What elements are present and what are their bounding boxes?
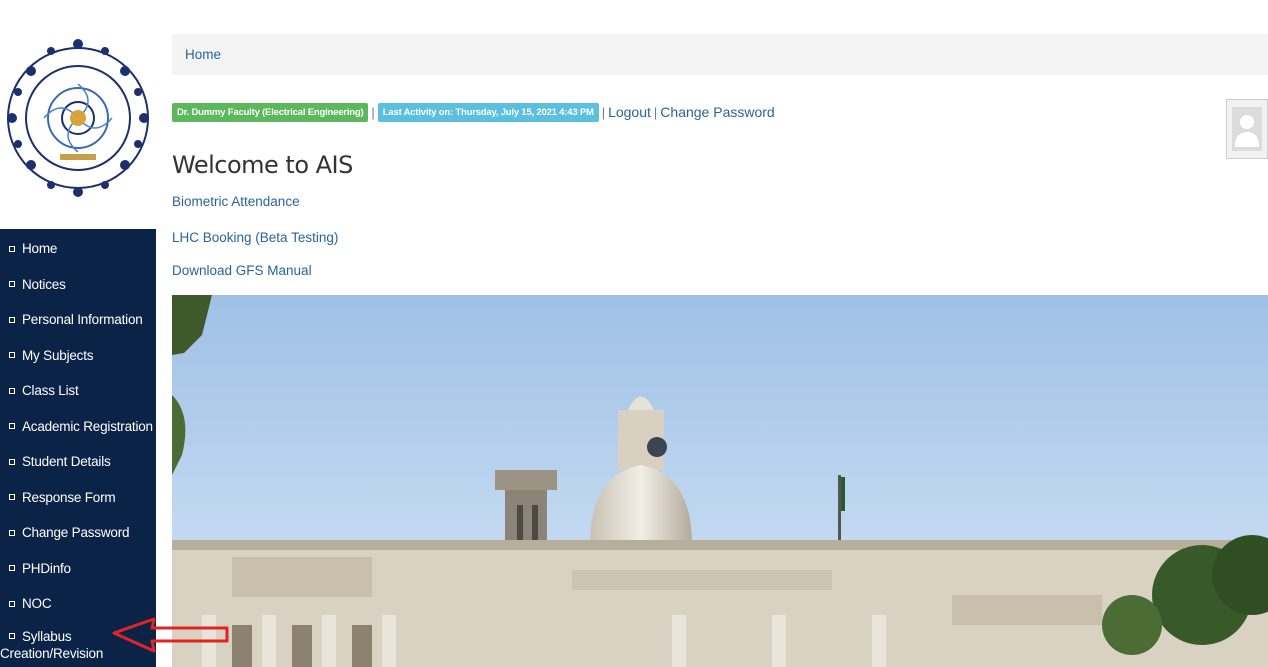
user-avatar[interactable] [1226, 99, 1268, 159]
user-name-badge: Dr. Dummy Faculty (Electrical Engineerin… [172, 102, 369, 122]
download-gfs-manual-link[interactable]: Download GFS Manual [172, 263, 312, 278]
sidebar-item-label: Class List [22, 383, 79, 399]
sidebar-item-label: Response Form [22, 489, 116, 505]
sidebar-item-notices[interactable]: Notices [0, 267, 156, 303]
sidebar-item-student-details[interactable]: Student Details [0, 444, 156, 480]
separator: | [601, 104, 606, 120]
red-arrow-annotation [112, 617, 229, 653]
sidebar-item-label: Change Password [22, 525, 130, 541]
sidebar-item-class-list[interactable]: Class List [0, 373, 156, 409]
square-bullet-icon [9, 352, 15, 359]
sidebar-item-label-line2: Creation/Revision [0, 645, 104, 661]
sidebar-item-label: Syllabus [22, 628, 72, 644]
square-bullet-icon [9, 387, 15, 394]
sidebar-item-label: My Subjects [22, 347, 94, 363]
sidebar-item-label: Academic Registration [22, 418, 153, 434]
iit-roorkee-seal-logo [7, 38, 149, 197]
sidebar-item-my-subjects[interactable]: My Subjects [0, 338, 156, 374]
breadcrumb: Home [172, 34, 1268, 75]
page-title: Welcome to AIS [172, 151, 353, 179]
sidebar-item-response-form[interactable]: Response Form [0, 480, 156, 516]
square-bullet-icon [9, 633, 15, 639]
logout-link[interactable]: Logout [608, 104, 651, 120]
sidebar-item-label: Student Details [22, 454, 111, 470]
sidebar-item-label: NOC [22, 596, 52, 612]
square-bullet-icon [9, 529, 15, 536]
sidebar: Home Notices Personal Information My Sub… [0, 0, 156, 667]
separator: | [371, 104, 375, 120]
sidebar-item-personal-information[interactable]: Personal Information [0, 302, 156, 338]
square-bullet-icon [9, 458, 15, 465]
institute-logo [0, 0, 156, 229]
user-avatar-icon [1232, 107, 1262, 151]
campus-building-photo [172, 295, 1268, 667]
sidebar-item-home[interactable]: Home [0, 231, 156, 267]
sidebar-item-change-password[interactable]: Change Password [0, 515, 156, 551]
sidebar-item-label: PHDinfo [22, 560, 71, 576]
lhc-booking-link[interactable]: LHC Booking (Beta Testing) [172, 230, 338, 245]
square-bullet-icon [9, 423, 15, 430]
square-bullet-icon [9, 316, 15, 323]
user-status-bar: Dr. Dummy Faculty (Electrical Engineerin… [172, 101, 775, 123]
sidebar-item-phdinfo[interactable]: PHDinfo [0, 551, 156, 587]
sidebar-item-label: Personal Information [22, 312, 143, 328]
square-bullet-icon [9, 565, 15, 572]
sidebar-item-label: Home [22, 241, 58, 257]
breadcrumb-home-link[interactable]: Home [185, 47, 221, 62]
sidebar-item-label: Notices [22, 276, 66, 292]
square-bullet-icon [9, 494, 15, 501]
sidebar-menu: Home Notices Personal Information My Sub… [0, 229, 156, 667]
biometric-attendance-link[interactable]: Biometric Attendance [172, 194, 300, 209]
separator: | [653, 104, 658, 120]
sidebar-item-academic-registration[interactable]: Academic Registration [0, 409, 156, 445]
square-bullet-icon [9, 245, 15, 252]
square-bullet-icon [9, 281, 15, 288]
square-bullet-icon [9, 600, 15, 607]
last-activity-badge: Last Activity on: Thursday, July 15, 202… [377, 102, 599, 122]
change-password-link[interactable]: Change Password [660, 104, 774, 120]
